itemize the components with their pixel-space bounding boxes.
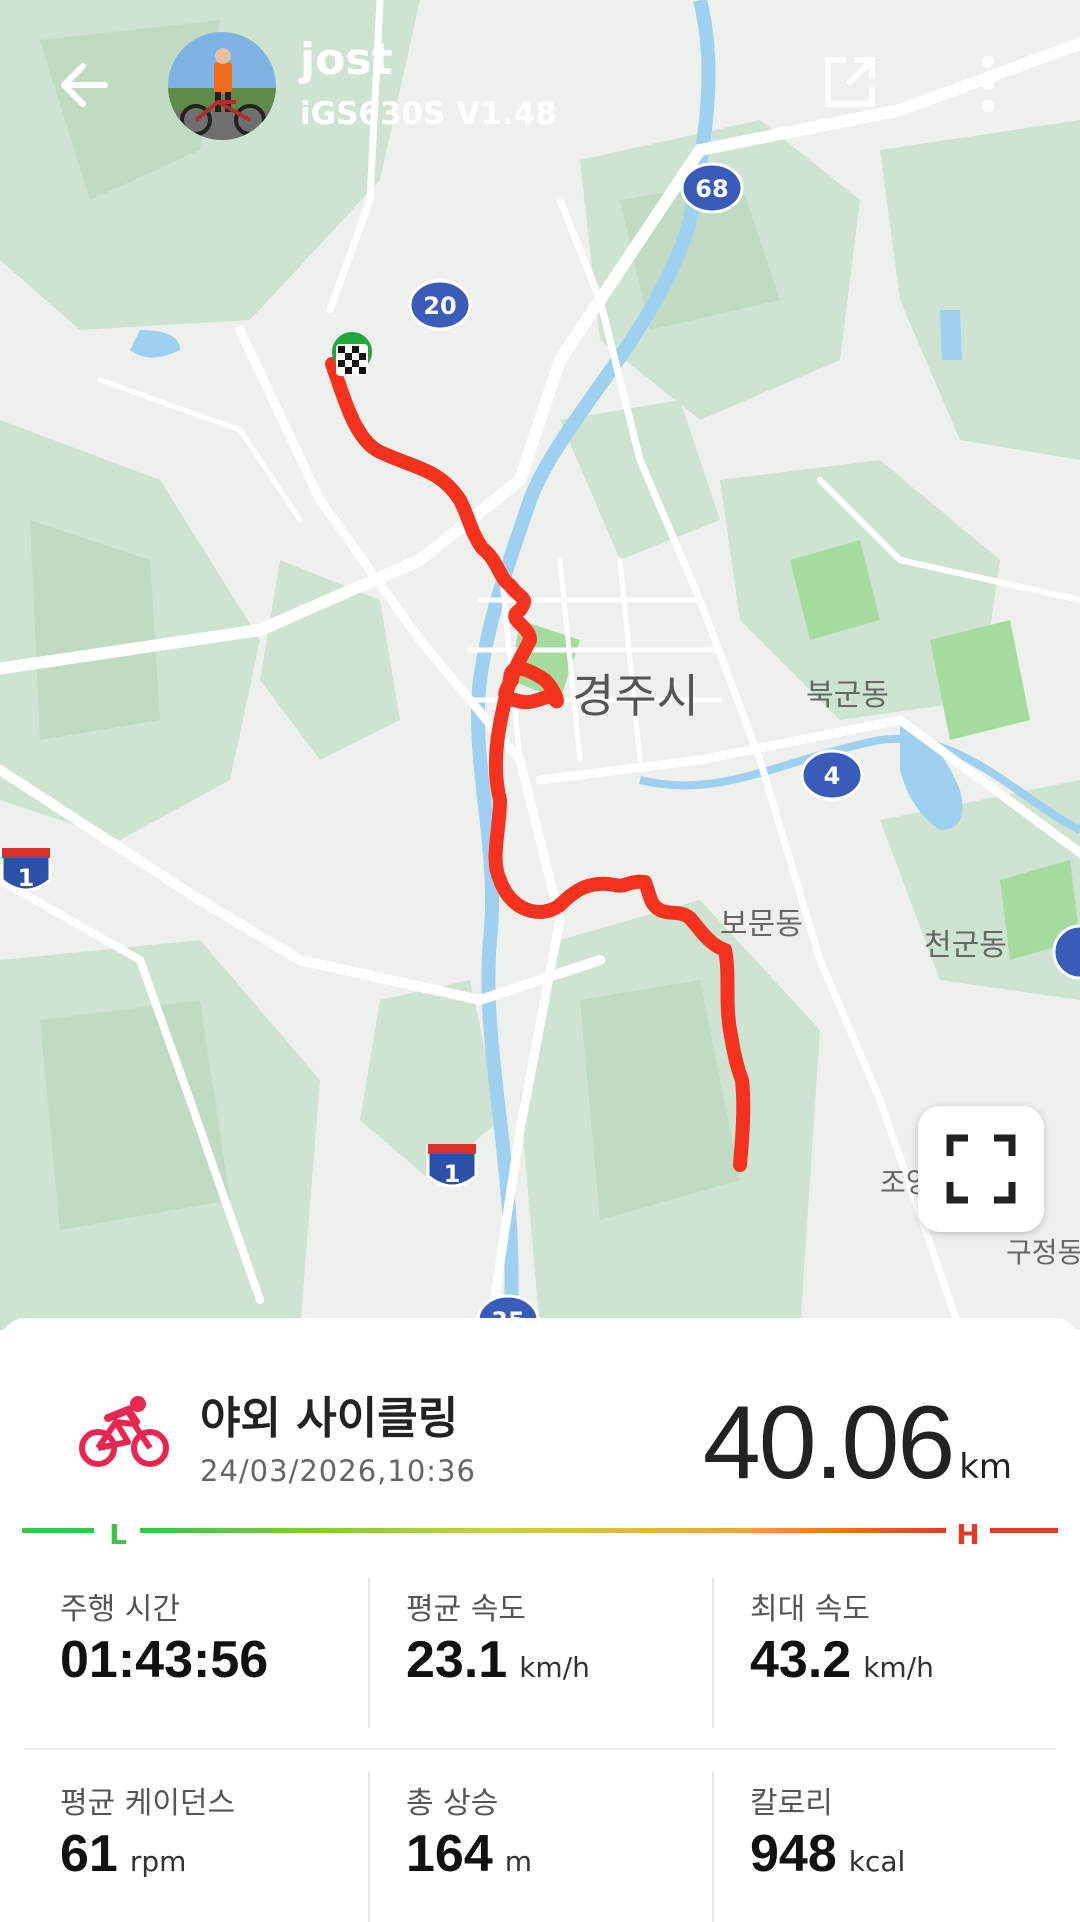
stat-number: 61 [60,1825,118,1883]
place-label-gujeong: 구정동 [1006,1236,1080,1269]
fullscreen-button[interactable] [918,1106,1044,1232]
profile-photo [168,32,276,140]
stat-label: 최대 속도 [750,1592,870,1627]
stat-number: 43.2 [750,1631,852,1689]
activity-summary-sheet: 야외 사이클링 24/03/2026,10:36 40.06 km L H 주행… [0,1318,1080,1922]
stat-label: 평균 속도 [406,1592,526,1627]
stat-label: 총 상승 [406,1786,499,1821]
stat-unit: rpm [129,1845,187,1878]
stat-value: 61 rpm [60,1824,186,1884]
stat-unit: kcal [848,1845,906,1878]
intensity-low-label: L [109,1518,127,1551]
place-label-cheongun: 천군동 [924,928,1007,963]
cycling-icon [78,1394,170,1468]
stat-unit: km/h [519,1651,590,1684]
stat-label: 평균 케이던스 [60,1786,236,1821]
start-finish-marker [332,332,372,376]
stat-number: 164 [406,1825,493,1883]
device-name: iGS630S V1.48 [300,96,557,132]
highway-shield-1: 1 [0,848,52,892]
stat-label: 칼로리 [750,1786,833,1821]
intensity-bar: L H [22,1512,1058,1552]
activity-type: 야외 사이클링 [200,1393,459,1444]
share-button[interactable] [820,52,880,112]
road-marker-20: 20 [408,279,472,331]
more-vertical-icon [982,56,994,112]
avatar[interactable] [168,32,276,140]
stat-value: 43.2 km/h [750,1630,934,1690]
road-marker-label: 4 [824,762,841,790]
stat-value: 23.1 km/h [406,1630,590,1690]
stat-value: 01:43:56 [60,1630,268,1690]
stat-calories: 칼로리 948 kcal [712,1772,1058,1922]
username: jost [300,34,393,85]
share-external-icon [825,57,875,107]
stat-avg-cadence: 평균 케이던스 61 rpm [24,1772,368,1922]
intensity-high-label: H [956,1518,979,1551]
stat-number: 01:43:56 [60,1631,269,1689]
road-marker-label: 1 [444,1160,461,1188]
stat-label: 주행 시간 [60,1592,180,1627]
total-distance: 40.06 km [703,1384,1012,1503]
stat-max-speed: 최대 속도 43.2 km/h [712,1578,1058,1728]
place-label-bomun: 보문동 [720,907,803,942]
stats-row: 평균 케이던스 61 rpm 총 상승 164 m 칼로리 948 kcal [24,1750,1058,1922]
stat-elevation-gain: 총 상승 164 m [368,1772,714,1922]
stat-number: 948 [750,1825,837,1883]
place-label-gyeongju: 경주시 [572,669,699,723]
stat-number: 23.1 [406,1631,508,1689]
stats-grid: 주행 시간 01:43:56 평균 속도 23.1 km/h 최대 속도 43.2… [24,1578,1058,1922]
stats-row: 주행 시간 01:43:56 평균 속도 23.1 km/h 최대 속도 43.2… [24,1578,1056,1750]
stat-avg-speed: 평균 속도 23.1 km/h [368,1578,714,1728]
fullscreen-icon [946,1134,1016,1204]
stat-unit: m [504,1845,533,1878]
back-button[interactable] [55,55,115,115]
place-label-bukgun: 북군동 [806,678,889,713]
top-bar: jost iGS630S V1.48 [0,0,1080,200]
stat-value: 164 m [406,1824,532,1884]
arrow-left-icon [61,63,108,107]
stat-value: 948 kcal [750,1824,905,1884]
distance-value: 40.06 [702,1385,955,1501]
highway-shield-1-south: 1 [426,1144,478,1188]
activity-datetime: 24/03/2026,10:36 [200,1454,476,1488]
stat-unit: km/h [863,1651,934,1684]
road-marker-label: 1 [18,864,35,892]
more-options-button[interactable] [968,52,1008,116]
stat-moving-time: 주행 시간 01:43:56 [24,1578,368,1728]
road-marker-4: 4 [800,749,864,801]
distance-unit: km [959,1447,1012,1487]
road-marker-label: 20 [423,292,456,320]
